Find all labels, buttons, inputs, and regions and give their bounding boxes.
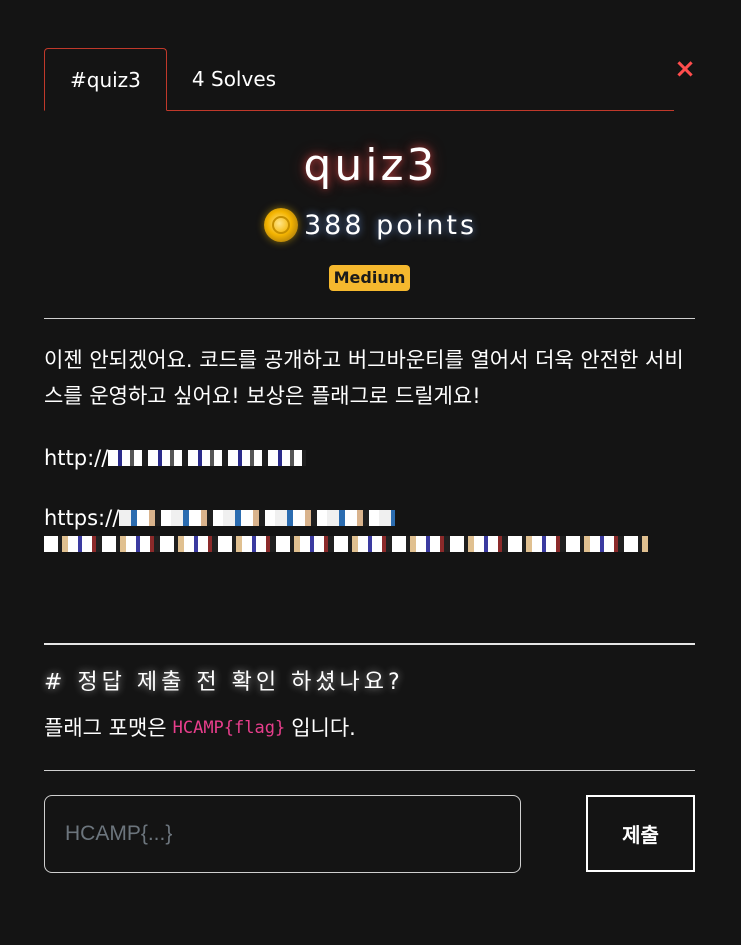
- challenge-description: 이젠 안되겠어요. 코드를 공개하고 버그바운티를 열어서 더욱 안전한 서비스…: [44, 348, 684, 408]
- divider: [44, 643, 695, 645]
- challenge-title: quiz3: [303, 140, 438, 191]
- link-http[interactable]: http://: [44, 440, 307, 476]
- submit-button[interactable]: 제출: [586, 795, 695, 872]
- difficulty-badge: Medium: [329, 265, 410, 291]
- coin-icon: [263, 208, 298, 242]
- format-prefix: 플래그 포맷은: [44, 716, 167, 740]
- close-button[interactable]: ×: [674, 56, 696, 82]
- divider: [44, 318, 695, 319]
- link-https-prefix: https://: [44, 506, 120, 530]
- format-suffix: 입니다.: [291, 716, 356, 740]
- points-row: 388 points: [0, 208, 741, 242]
- divider: [44, 770, 695, 771]
- tab-solves[interactable]: 4 Solves: [167, 48, 301, 110]
- redacted-url: [44, 536, 648, 552]
- tab-challenge[interactable]: #quiz3: [44, 48, 167, 111]
- flag-format-note: 플래그 포맷은 HCAMP{flag} 입니다.: [44, 710, 356, 746]
- redacted-url: [108, 450, 307, 466]
- redacted-url: [119, 510, 396, 526]
- link-http-prefix: http://: [44, 446, 109, 470]
- points-value: 388 points: [303, 209, 478, 241]
- notice-heading: # 정답 제출 전 확인 하셨나요?: [44, 670, 404, 695]
- flag-input[interactable]: [44, 795, 521, 873]
- link-https[interactable]: https://: [44, 500, 396, 536]
- link-https-continued[interactable]: [44, 536, 648, 552]
- format-code: HCAMP{flag}: [172, 718, 286, 738]
- challenge-tabs: #quiz3 4 Solves: [44, 48, 674, 111]
